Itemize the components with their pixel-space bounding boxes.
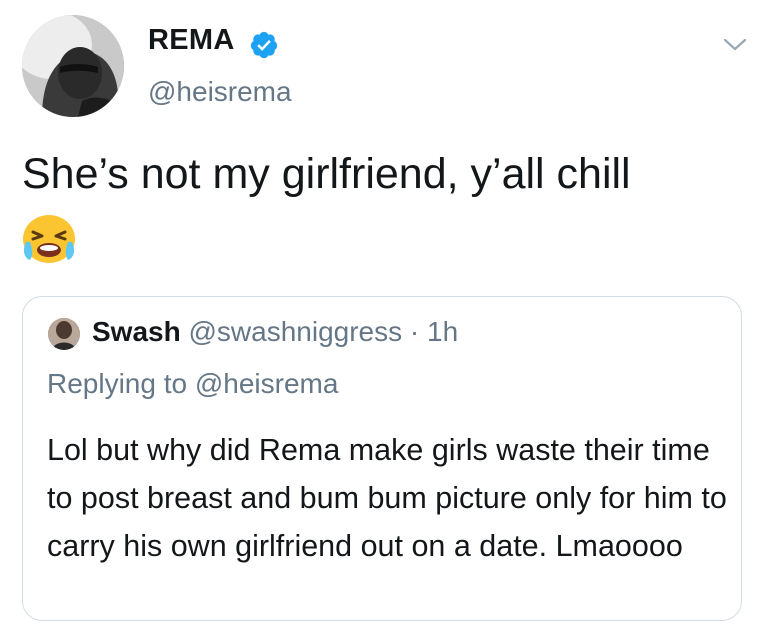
author-avatar[interactable] [22, 15, 124, 117]
separator-dot: · [409, 316, 420, 347]
loudly-crying-face-emoji-icon [23, 215, 75, 263]
chevron-down-icon[interactable] [722, 36, 748, 54]
quoted-author-handle[interactable]: @swashniggress [188, 316, 402, 347]
quoted-tweet-header: Swash @swashniggress · 1h [92, 316, 458, 348]
author-handle[interactable]: @heisrema [148, 76, 292, 108]
verified-badge-icon [250, 31, 278, 59]
quoted-author-name[interactable]: Swash [92, 316, 181, 347]
replying-to-label: Replying to @heisrema [47, 368, 339, 399]
quoted-author-avatar [48, 318, 80, 350]
quoted-tweet-time[interactable]: 1h [427, 316, 458, 347]
tweet: REMA @heisrema She’s not my girlfriend, … [0, 0, 768, 629]
author-name[interactable]: REMA [148, 24, 235, 57]
quoted-tweet-text: Lol but why did Rema make girls waste th… [47, 433, 727, 563]
tweet-text: She’s not my girlfriend, y’all chill [22, 150, 631, 198]
